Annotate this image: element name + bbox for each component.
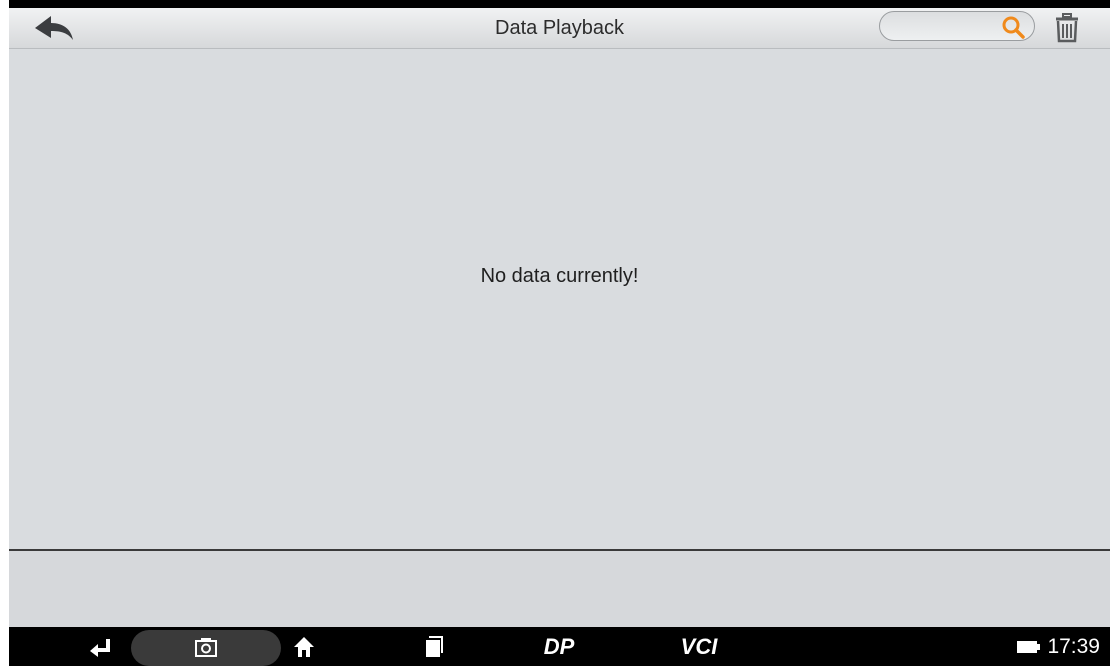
home-icon <box>294 636 314 657</box>
empty-state-message: No data currently! <box>480 265 639 287</box>
camera-icon <box>195 637 217 657</box>
device-screen: Data Playback No data currently! DP VCI … <box>9 0 1110 666</box>
back-button[interactable] <box>29 10 79 46</box>
title-bar: Data Playback <box>9 8 1110 49</box>
nav-vci-button[interactable]: VCI <box>664 627 734 666</box>
search-box[interactable] <box>879 11 1035 41</box>
status-area: 17:39 <box>1017 627 1100 666</box>
dp-label: DP <box>543 633 575 659</box>
search-input[interactable] <box>894 15 998 39</box>
system-navigation-bar: DP VCI 17:39 <box>9 627 1110 666</box>
nav-back-button[interactable] <box>75 627 125 666</box>
delete-button[interactable] <box>1049 12 1085 44</box>
back-arrow-icon <box>35 16 73 40</box>
recent-apps-icon <box>426 635 443 657</box>
nav-dp-button[interactable]: DP <box>529 627 589 666</box>
data-playback-list: No data currently! <box>9 49 1110 549</box>
search-icon[interactable] <box>1000 14 1026 40</box>
vci-label: VCI <box>680 633 718 659</box>
trash-icon <box>1056 13 1078 43</box>
nav-home-button[interactable] <box>279 627 329 666</box>
bottom-toolbar <box>9 549 1110 627</box>
clock: 17:39 <box>1047 634 1100 658</box>
back-arrow-icon <box>90 638 110 657</box>
nav-recent-apps-button[interactable] <box>409 627 459 666</box>
battery-icon <box>1017 640 1041 653</box>
nav-screenshot-button[interactable] <box>181 627 231 666</box>
